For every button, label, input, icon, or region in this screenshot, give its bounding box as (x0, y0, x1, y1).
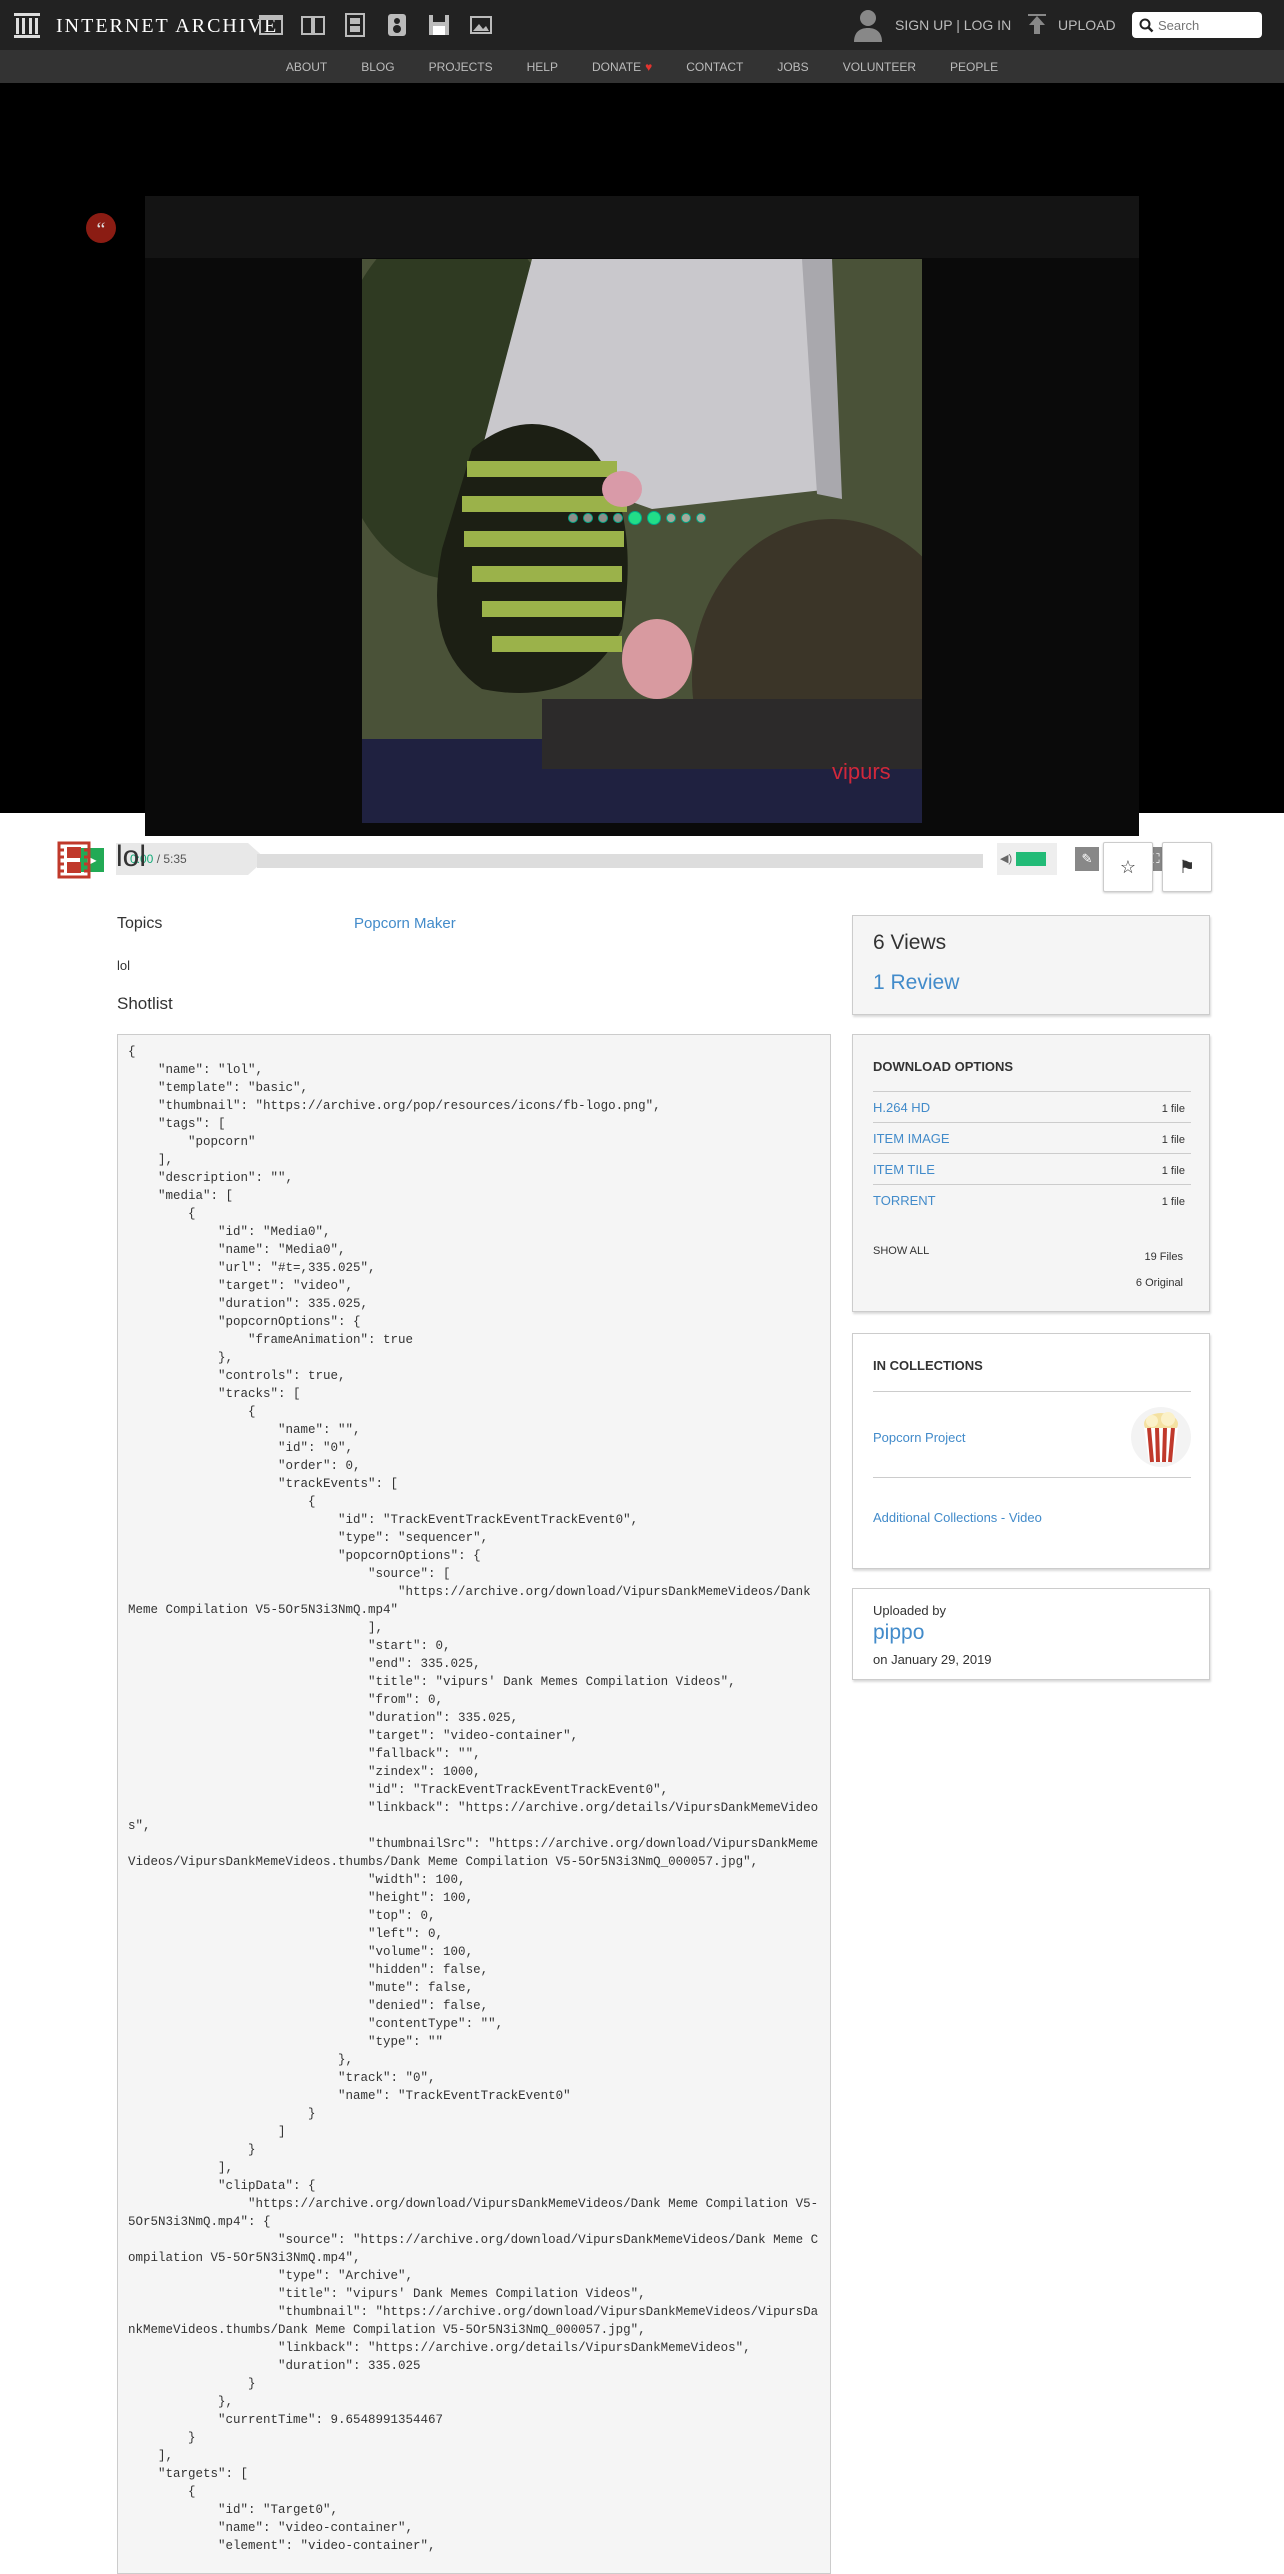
nav-item-jobs[interactable]: JOBS (760, 50, 825, 83)
search-icon[interactable] (1139, 18, 1154, 33)
images-icon[interactable] (468, 12, 494, 38)
views-count: 6 Views (873, 931, 947, 954)
quote-icon[interactable]: “ (86, 213, 116, 243)
download-link[interactable]: TORRENT (873, 1193, 936, 1208)
texts-icon[interactable] (300, 12, 326, 38)
reviews-link[interactable]: 1 Review (873, 971, 959, 995)
divider (873, 1391, 1191, 1392)
download-row: ITEM TILE 1 file (873, 1153, 1191, 1184)
video-icon[interactable] (342, 12, 368, 38)
upload-link[interactable]: UPLOAD (1058, 17, 1116, 33)
divider (873, 1477, 1191, 1478)
progress-scrubber[interactable] (257, 854, 983, 868)
download-link[interactable]: ITEM TILE (873, 1162, 935, 1177)
download-count: 1 file (1161, 1165, 1185, 1177)
star-icon: ☆ (1119, 857, 1137, 877)
topics-label: Topics (117, 915, 163, 932)
download-options-heading: DOWNLOAD OPTIONS (873, 1059, 1014, 1074)
shotlist-code: { "name": "lol", "template": "basic", "t… (128, 1045, 819, 2553)
uploaded-by-label: Uploaded by (873, 1603, 946, 1618)
download-count: 1 file (1161, 1134, 1185, 1146)
top-bar: INTERNET ARCHIVE SIGN UP | LOG IN UPLOAD (0, 0, 1284, 50)
nav-item-donate[interactable]: DONATE ♥ (575, 50, 669, 83)
sign-up-log-in-link[interactable]: SIGN UP | LOG IN (895, 17, 1011, 33)
upload-date: on January 29, 2019 (873, 1652, 992, 1667)
nav-item-blog[interactable]: BLOG (344, 50, 411, 83)
sub-nav: ABOUT BLOG PROJECTS HELP DONATE ♥ CONTACT… (0, 50, 1284, 83)
web-icon[interactable] (258, 12, 284, 38)
nav-item-help[interactable]: HELP (510, 50, 575, 83)
download-count: 1 file (1161, 1196, 1185, 1208)
player-controls: ▶ 0:00 / 5:35 ◀) ✎ ♻ ⛶ (72, 838, 1212, 880)
heart-icon: ♥ (645, 60, 653, 74)
brand-name[interactable]: INTERNET ARCHIVE (56, 15, 278, 38)
nav-item-people[interactable]: PEOPLE (933, 50, 1015, 83)
item-title: lol (116, 840, 147, 873)
film-strip-icon (56, 840, 92, 880)
download-link[interactable]: ITEM IMAGE (873, 1131, 950, 1146)
software-icon[interactable] (426, 12, 452, 38)
donate-label: DONATE (591, 60, 642, 74)
volume-icon[interactable]: ◀) (1000, 852, 1012, 865)
video-theatre: “ vipurs ▶ 0:00 / 5:35 ◀) ✎ ♻ (0, 83, 1284, 880)
media-type-nav (258, 12, 494, 38)
nav-item-volunteer[interactable]: VOLUNTEER (826, 50, 933, 83)
loading-spinner (568, 511, 706, 525)
player-top-strip (145, 196, 1139, 258)
download-count: 1 file (1161, 1103, 1185, 1115)
shotlist-heading: Shotlist (117, 994, 173, 1013)
svg-text:vipurs: vipurs (832, 759, 891, 784)
user-icon[interactable] (852, 8, 884, 42)
download-row: TORRENT 1 file (873, 1184, 1191, 1215)
item-description: lol (117, 958, 131, 973)
collections-panel: IN COLLECTIONS Popcorn Project Additiona… (852, 1333, 1210, 1569)
favorite-button[interactable]: ☆ (1103, 842, 1153, 892)
show-all-link[interactable]: SHOW ALL (873, 1245, 929, 1257)
nav-item-about[interactable]: ABOUT (269, 50, 344, 83)
edit-remix-button[interactable]: ✎ (1075, 847, 1099, 871)
volume-slider[interactable] (1016, 852, 1046, 866)
collection-link-popcorn-project[interactable]: Popcorn Project (873, 1430, 966, 1445)
nav-item-projects[interactable]: PROJECTS (412, 50, 510, 83)
audio-icon[interactable] (384, 12, 410, 38)
files-total: 19 Files (1144, 1251, 1183, 1263)
video-frame[interactable]: vipurs (362, 259, 922, 823)
download-row: ITEM IMAGE 1 file (873, 1122, 1191, 1153)
download-options-panel: DOWNLOAD OPTIONS H.264 HD 1 file ITEM IM… (852, 1034, 1210, 1312)
download-row: H.264 HD 1 file (873, 1091, 1191, 1122)
collection-link-additional-video[interactable]: Additional Collections - Video (873, 1510, 1042, 1525)
uploader-panel: Uploaded by pippo on January 29, 2019 (852, 1588, 1210, 1680)
popcorn-collection-icon[interactable] (1130, 1406, 1192, 1468)
archive-logo-icon[interactable] (12, 10, 42, 40)
search-box[interactable] (1132, 12, 1262, 38)
search-input[interactable] (1158, 16, 1256, 34)
topics-link[interactable]: Popcorn Maker (354, 915, 456, 932)
shotlist-code-block: { "name": "lol", "template": "basic", "t… (117, 1034, 831, 2574)
files-original: 6 Original (1135, 1277, 1183, 1289)
nav-item-contact[interactable]: CONTACT (669, 50, 760, 83)
download-link[interactable]: H.264 HD (873, 1100, 930, 1115)
collections-heading: IN COLLECTIONS (873, 1358, 983, 1373)
duration: / 5:35 (156, 852, 187, 866)
upload-icon[interactable] (1024, 12, 1050, 38)
flag-icon: ⚑ (1178, 857, 1196, 877)
flag-button[interactable]: ⚑ (1162, 842, 1212, 892)
sub-nav-list: ABOUT BLOG PROJECTS HELP DONATE ♥ CONTACT… (0, 50, 1284, 83)
views-panel: 6 Views 1 Review (852, 915, 1210, 1015)
uploader-link[interactable]: pippo (873, 1621, 924, 1645)
